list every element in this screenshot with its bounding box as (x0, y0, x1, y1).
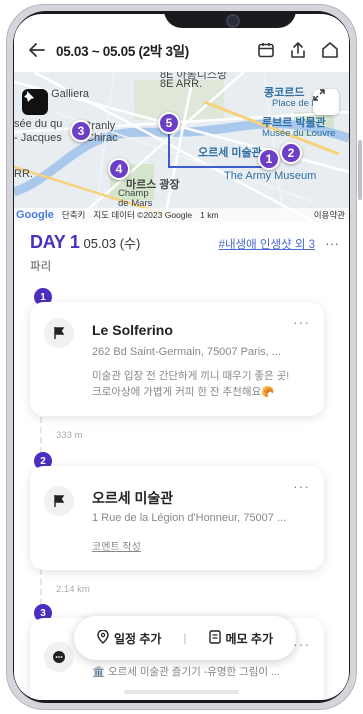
place-more-icon[interactable]: ··· (293, 314, 310, 330)
comment-write-link[interactable]: 코멘트 작성 (92, 538, 141, 553)
flag-icon (44, 486, 74, 516)
map-scale: 1 km (200, 210, 219, 220)
map-label-orsay-kr: 오르세 미술관 (198, 147, 262, 159)
trip-title: 05.03 ~ 05.05 (2박 3일) (56, 44, 190, 59)
comment-icon (44, 642, 74, 672)
flag-icon (44, 318, 74, 348)
place-title: Le Solferino (92, 322, 173, 338)
home-icon[interactable] (321, 41, 339, 59)
app-header: 05.03 ~ 05.05 (2박 3일) (14, 28, 349, 72)
place-memo: 미술관 입장 전 간단하게 끼니 때우기 좋은 곳! 크로아상에 가볍게 커피 … (92, 368, 312, 400)
map-label-place-concorde: Place de l (272, 98, 314, 109)
day-label: DAY 1 (30, 232, 80, 252)
place-card[interactable]: Le Solferino 262 Bd Saint-Germain, 75007… (30, 302, 324, 416)
map-pin-4[interactable]: 4 (108, 158, 130, 180)
place-title: 오르세 미술관 (92, 490, 174, 506)
map-pin-5[interactable]: 5 (158, 112, 180, 134)
map-terms-link[interactable]: 이용약관 (314, 209, 349, 221)
map-label-8e-arr: 8E ARR. (160, 78, 203, 90)
add-schedule-button[interactable]: 일정 추가 (97, 628, 162, 647)
action-separator: | (183, 631, 187, 645)
day-header: DAY 1 05.03 (수) #내생애 인생샷 외 3 ··· (30, 232, 339, 253)
map-pin-3[interactable]: 3 (70, 120, 92, 142)
day-more-icon[interactable]: ··· (325, 235, 339, 251)
pin-icon[interactable] (22, 89, 48, 115)
home-indicator (124, 690, 239, 694)
route-map[interactable]: 8E 아롱디스망 8E ARR. ais Galliera 콩코르드 Place… (14, 72, 349, 222)
day-tag-link[interactable]: #내생애 인생샷 외 3 (219, 236, 315, 252)
app-screen: 05.03 ~ 05.05 (2박 3일) 8E 아롱디스망 8E ARR. a… (14, 14, 349, 700)
front-camera (226, 14, 240, 28)
memo-icon (208, 629, 221, 647)
share-icon[interactable] (289, 41, 307, 59)
place-more-icon[interactable]: ··· (293, 478, 310, 494)
add-schedule-label: 일정 추가 (113, 631, 162, 646)
map-label-rr: RR. (14, 168, 33, 180)
place-memo-line: 크로아상에 가볍게 커피 한 잔 추천해요🥐 (92, 386, 275, 398)
expand-icon[interactable] (313, 89, 339, 115)
place-card[interactable]: 오르세 미술관 1 Rue de la Légion d'Honneur, 75… (30, 466, 324, 570)
add-memo-button[interactable]: 메모 추가 (208, 629, 274, 647)
day-city: 파리 (30, 261, 52, 273)
map-pin-1[interactable]: 1 (258, 148, 280, 170)
location-pin-icon (97, 628, 109, 647)
phone-side-button (358, 140, 362, 200)
map-shortcuts-link[interactable]: 단축키 (62, 209, 85, 221)
distance-label: 333 m (56, 430, 83, 441)
map-data-credit: 지도 데이터 ©2023 Google (93, 210, 193, 220)
place-address: 1 Rue de la Légion d'Honneur, 75007 ... (92, 512, 287, 524)
floating-action-bar: 일정 추가 | 메모 추가 (74, 616, 296, 660)
add-memo-label: 메모 추가 (225, 631, 274, 646)
distance-label: 2.14 km (56, 584, 90, 595)
google-logo: Google (16, 209, 54, 221)
map-label-louvre: Musée du Louvre (262, 128, 336, 139)
place-memo-line: 미술관 입장 전 간단하게 끼니 때우기 좋은 곳! (92, 370, 290, 382)
map-pin-2[interactable]: 2 (280, 142, 302, 164)
map-label-army: The Army Museum (224, 170, 317, 182)
day-date: 05.03 (수) (83, 236, 141, 251)
place-memo: 🏛️ 오르세 미술관 즐기기 -유명한 그림이 ... (92, 666, 280, 678)
header-actions (257, 41, 339, 59)
map-label-musee-quai: sée du qu (14, 118, 63, 130)
map-label-jacques: - Jacques (14, 132, 62, 144)
calendar-icon[interactable] (257, 41, 275, 59)
map-attribution: Google 단축키 지도 데이터 ©2023 Google 1 km 이용약관 (14, 208, 349, 222)
back-arrow-icon[interactable] (24, 37, 50, 63)
place-address: 262 Bd Saint-Germain, 75007 Paris, ... (92, 346, 281, 358)
